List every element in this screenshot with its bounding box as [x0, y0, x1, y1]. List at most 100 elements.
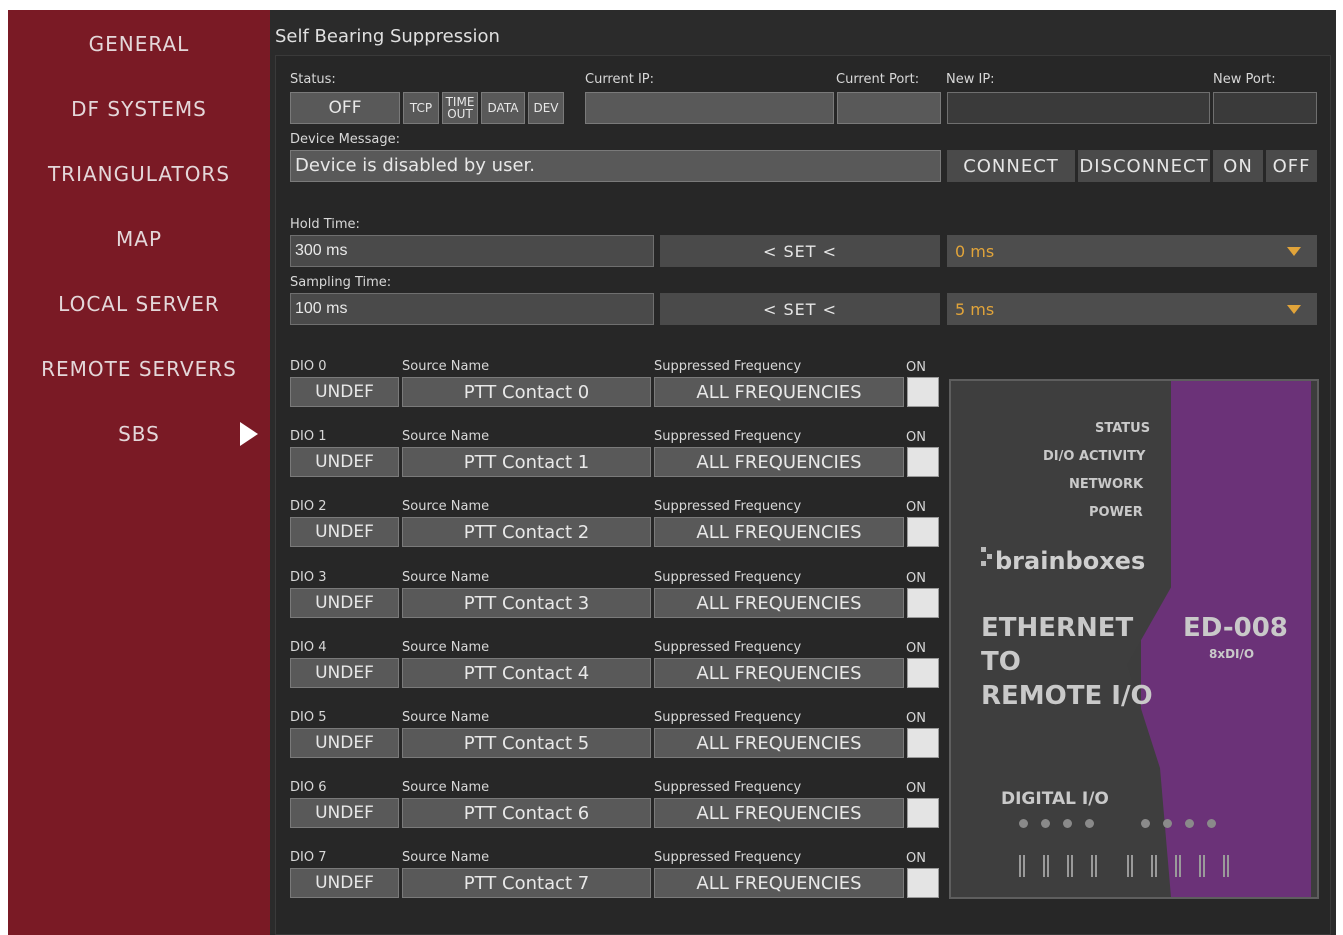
- dio-label: DIO 5: [290, 710, 327, 725]
- current-port-label: Current Port:: [836, 72, 920, 87]
- source-name-header: Source Name: [402, 640, 490, 655]
- disconnect-button[interactable]: DISCONNECT: [1078, 150, 1210, 182]
- nav-item-local-server[interactable]: LOCAL SERVER: [8, 284, 270, 324]
- hold-time-selected: 0 ms: [955, 241, 995, 261]
- hold-set-button[interactable]: < SET <: [660, 235, 940, 267]
- connect-button[interactable]: CONNECT: [947, 150, 1075, 182]
- dio-state: UNDEF: [290, 588, 399, 618]
- data-flag: DATA: [481, 92, 525, 124]
- source-name-field[interactable]: PTT Contact 7: [402, 868, 651, 898]
- device-image: STATUS DI/O ACTIVITY NETWORK POWER brain…: [949, 379, 1319, 899]
- new-port-input[interactable]: [1213, 92, 1317, 124]
- dio-label: DIO 2: [290, 499, 327, 514]
- nav-item-df-systems[interactable]: DF SYSTEMS: [8, 89, 270, 129]
- on-header: ON: [906, 711, 926, 726]
- source-name-field[interactable]: PTT Contact 6: [402, 798, 651, 828]
- on-header: ON: [906, 571, 926, 586]
- source-name-field[interactable]: PTT Contact 3: [402, 588, 651, 618]
- device-network-text: NETWORK: [1069, 477, 1144, 492]
- nav-item-triangulators[interactable]: TRIANGULATORS: [8, 154, 270, 194]
- sampling-set-button[interactable]: < SET <: [660, 293, 940, 325]
- dio-on-checkbox[interactable]: [907, 798, 939, 828]
- device-digital-text: DIGITAL I/O: [1001, 789, 1109, 809]
- sampling-time-input[interactable]: [290, 293, 654, 325]
- led-icon: [1085, 819, 1094, 828]
- dio-on-checkbox[interactable]: [907, 377, 939, 407]
- device-line1-text: ETHERNET: [981, 613, 1134, 643]
- new-ip-label: New IP:: [946, 72, 995, 87]
- terminal-pin-icon: [1175, 855, 1181, 877]
- suppressed-frequency-header: Suppressed Frequency: [654, 710, 802, 725]
- device-dio-activity-text: DI/O ACTIVITY: [1043, 449, 1146, 464]
- device-model-sub-text: 8xDI/O: [1209, 647, 1255, 661]
- device-power-text: POWER: [1089, 505, 1143, 520]
- sampling-time-dropdown[interactable]: 5 ms: [947, 293, 1317, 325]
- dio-on-checkbox[interactable]: [907, 658, 939, 688]
- on-button[interactable]: ON: [1213, 150, 1263, 182]
- page-title: Self Bearing Suppression: [275, 26, 500, 47]
- suppressed-frequency-header: Suppressed Frequency: [654, 780, 802, 795]
- source-name-field[interactable]: PTT Contact 0: [402, 377, 651, 407]
- suppressed-frequency-field[interactable]: ALL FREQUENCIES: [654, 377, 904, 407]
- dropdown-arrow-icon: [1287, 247, 1301, 256]
- source-name-header: Source Name: [402, 780, 490, 795]
- source-name-field[interactable]: PTT Contact 2: [402, 517, 651, 547]
- suppressed-frequency-field[interactable]: ALL FREQUENCIES: [654, 588, 904, 618]
- brand-logo-icon: [981, 547, 992, 573]
- dio-state: UNDEF: [290, 447, 399, 477]
- suppressed-frequency-field[interactable]: ALL FREQUENCIES: [654, 447, 904, 477]
- source-name-header: Source Name: [402, 359, 490, 374]
- dio-label: DIO 3: [290, 570, 327, 585]
- hold-time-dropdown[interactable]: 0 ms: [947, 235, 1317, 267]
- selected-arrow-icon: [240, 422, 258, 446]
- current-ip-label: Current IP:: [585, 72, 655, 87]
- dio-label: DIO 6: [290, 780, 327, 795]
- new-port-label: New Port:: [1213, 72, 1276, 87]
- hold-time-input[interactable]: [290, 235, 654, 267]
- current-port-field: [837, 92, 941, 124]
- suppressed-frequency-header: Suppressed Frequency: [654, 499, 802, 514]
- nav-item-map[interactable]: MAP: [8, 219, 270, 259]
- dio-on-checkbox[interactable]: [907, 447, 939, 477]
- sampling-time-label: Sampling Time:: [290, 275, 392, 290]
- suppressed-frequency-field[interactable]: ALL FREQUENCIES: [654, 798, 904, 828]
- device-line3-text: REMOTE I/O: [981, 681, 1153, 711]
- nav-item-sbs[interactable]: SBS: [8, 414, 270, 454]
- sampling-time-selected: 5 ms: [955, 299, 995, 319]
- on-header: ON: [906, 500, 926, 515]
- led-icon: [1163, 819, 1172, 828]
- source-name-field[interactable]: PTT Contact 1: [402, 447, 651, 477]
- source-name-field[interactable]: PTT Contact 4: [402, 658, 651, 688]
- status-value: OFF: [290, 92, 400, 124]
- dio-on-checkbox[interactable]: [907, 588, 939, 618]
- tcp-flag: TCP: [403, 92, 439, 124]
- dio-on-checkbox[interactable]: [907, 728, 939, 758]
- timeout-flag-line2: OUT: [447, 107, 473, 121]
- current-ip-field: [585, 92, 834, 124]
- terminal-pin-icon: [1127, 855, 1133, 877]
- off-button[interactable]: OFF: [1266, 150, 1317, 182]
- suppressed-frequency-header: Suppressed Frequency: [654, 570, 802, 585]
- dio-state: UNDEF: [290, 377, 399, 407]
- suppressed-frequency-field[interactable]: ALL FREQUENCIES: [654, 728, 904, 758]
- dio-on-checkbox[interactable]: [907, 868, 939, 898]
- source-name-field[interactable]: PTT Contact 5: [402, 728, 651, 758]
- on-header: ON: [906, 430, 926, 445]
- on-header: ON: [906, 781, 926, 796]
- dio-state: UNDEF: [290, 798, 399, 828]
- device-status-text: STATUS: [1095, 421, 1151, 436]
- new-ip-input[interactable]: [947, 92, 1210, 124]
- dropdown-arrow-icon: [1287, 305, 1301, 314]
- sbs-panel: Status: Current IP: Current Port: New IP…: [275, 55, 1331, 935]
- nav-item-remote-servers[interactable]: REMOTE SERVERS: [8, 349, 270, 389]
- led-icon: [1185, 819, 1194, 828]
- nav-item-general[interactable]: GENERAL: [8, 24, 270, 64]
- dio-label: DIO 7: [290, 850, 327, 865]
- suppressed-frequency-field[interactable]: ALL FREQUENCIES: [654, 868, 904, 898]
- dio-label: DIO 1: [290, 429, 327, 444]
- suppressed-frequency-field[interactable]: ALL FREQUENCIES: [654, 517, 904, 547]
- dio-on-checkbox[interactable]: [907, 517, 939, 547]
- device-line2-text: TO: [981, 647, 1021, 677]
- dev-flag: DEV: [528, 92, 564, 124]
- suppressed-frequency-field[interactable]: ALL FREQUENCIES: [654, 658, 904, 688]
